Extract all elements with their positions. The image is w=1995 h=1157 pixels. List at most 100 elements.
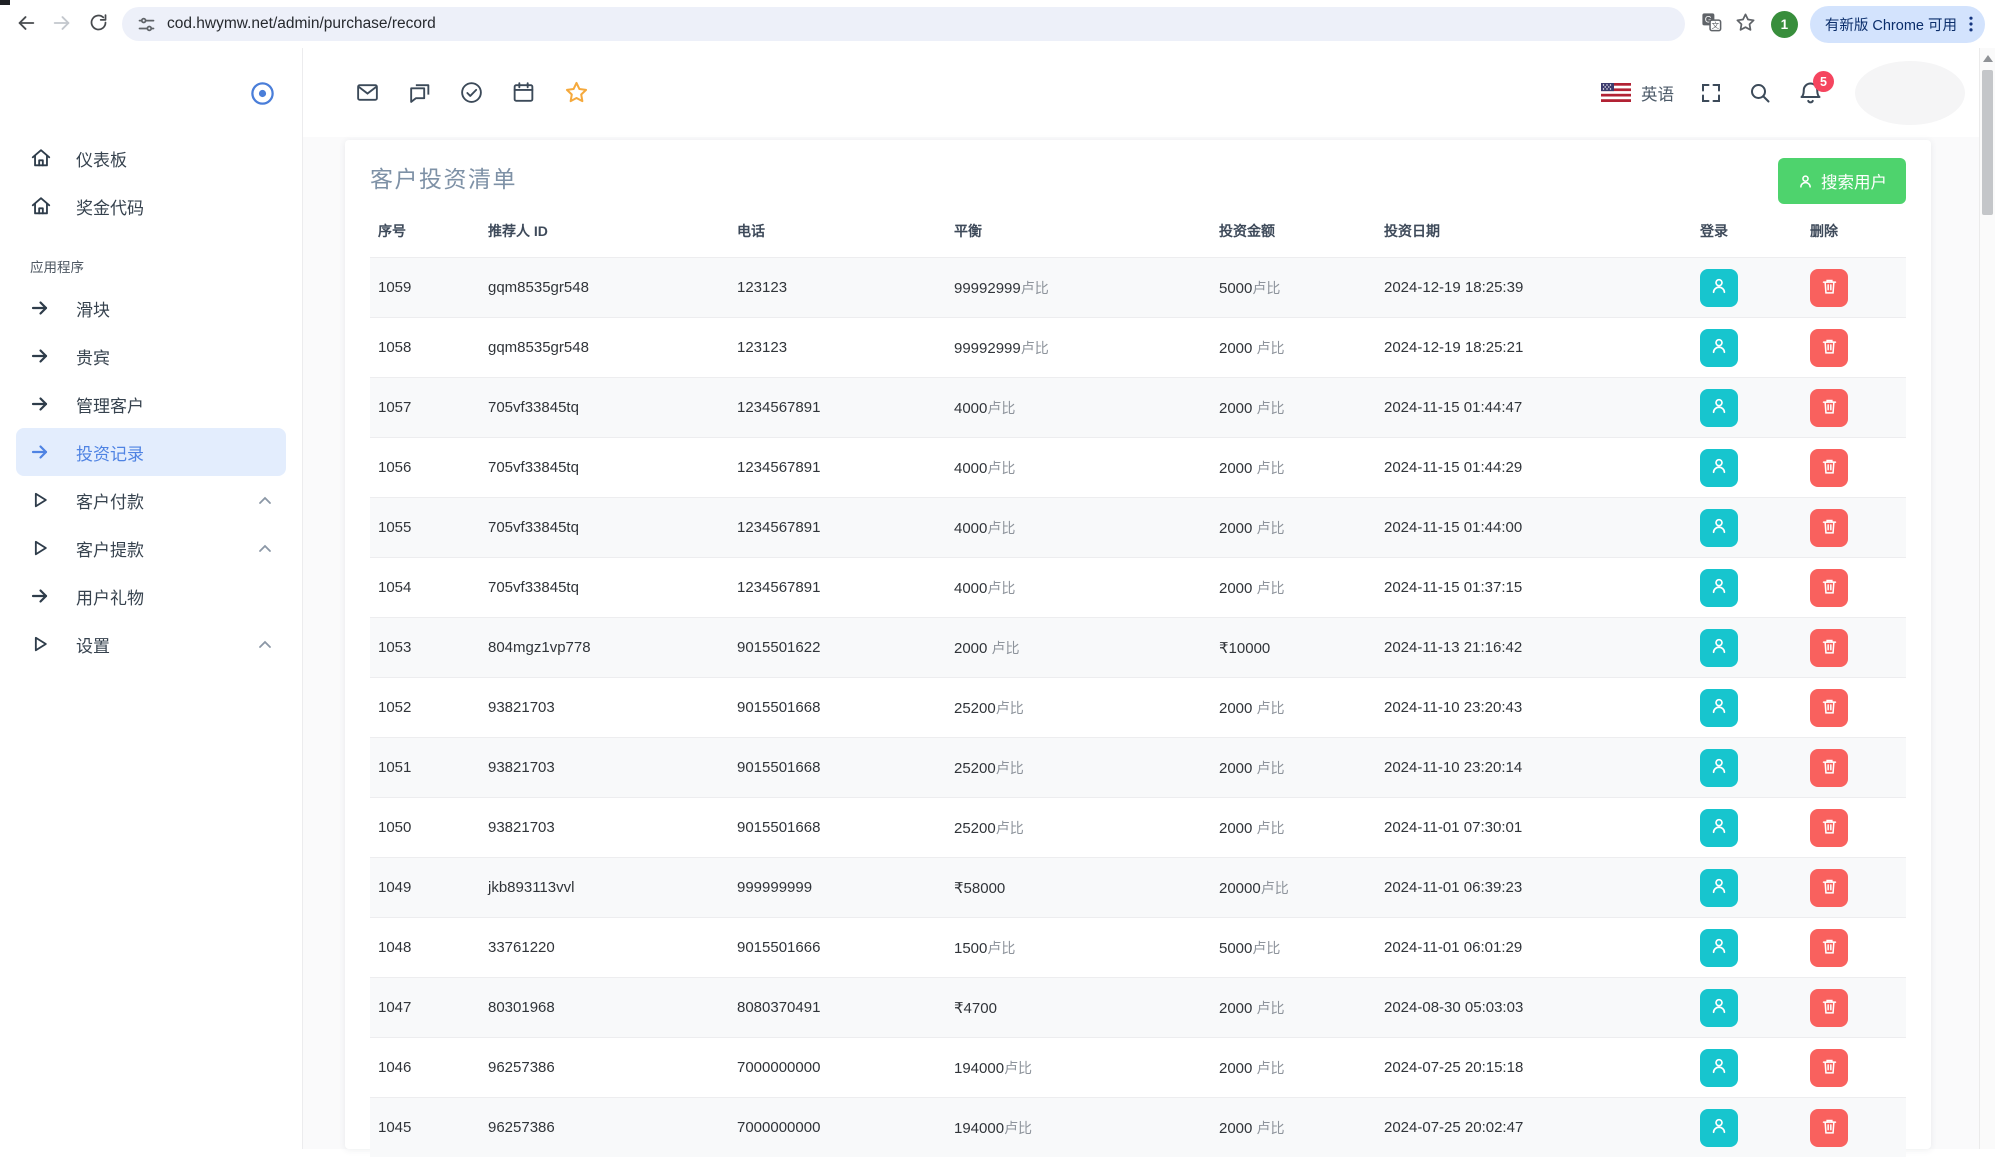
login-button[interactable] — [1700, 869, 1738, 907]
svg-text:文: 文 — [1712, 20, 1720, 30]
delete-button[interactable] — [1810, 269, 1848, 307]
cell-referrer-id: jkb893113vvl — [480, 879, 729, 896]
cell-referrer-id: 96257386 — [480, 1059, 729, 1076]
browser-forward-button[interactable] — [44, 6, 80, 42]
cell-phone: 123123 — [729, 279, 946, 296]
cell-balance: 4000卢比 — [946, 578, 1211, 598]
login-button[interactable] — [1700, 389, 1738, 427]
delete-button[interactable] — [1810, 329, 1848, 367]
delete-button[interactable] — [1810, 689, 1848, 727]
language-switcher[interactable]: 英语 — [1601, 81, 1674, 105]
check-circle-icon[interactable] — [459, 80, 484, 105]
sidebar-item-settings[interactable]: 设置 — [16, 620, 286, 668]
column-header: 电话 — [729, 221, 946, 241]
delete-button[interactable] — [1810, 629, 1848, 667]
login-button[interactable] — [1700, 809, 1738, 847]
browser-back-button[interactable] — [8, 6, 44, 42]
sidebar-item-customer-withdrawals[interactable]: 客户提款 — [16, 524, 286, 572]
delete-button[interactable] — [1810, 929, 1848, 967]
login-button[interactable] — [1700, 689, 1738, 727]
currency-unit: 卢比 — [1252, 940, 1280, 956]
delete-button[interactable] — [1810, 749, 1848, 787]
trash-icon — [1820, 757, 1839, 779]
person-icon — [1797, 173, 1814, 190]
chrome-update-label: 有新版 Chrome 可用 — [1825, 14, 1957, 35]
cell-balance: 25200卢比 — [946, 818, 1211, 838]
delete-button[interactable] — [1810, 809, 1848, 847]
cell-serial: 1058 — [370, 339, 480, 356]
delete-button[interactable] — [1810, 569, 1848, 607]
star-icon[interactable] — [563, 79, 590, 106]
site-settings-icon[interactable] — [136, 14, 157, 35]
cell-investment-amount: 2000 卢比 — [1211, 758, 1376, 778]
address-bar[interactable]: cod.hwymw.net/admin/purchase/record — [122, 7, 1685, 41]
sidebar-item-user-gifts[interactable]: 用户礼物 — [16, 572, 286, 620]
scrollbar-thumb[interactable] — [1982, 70, 1993, 215]
sidebar-header — [0, 48, 302, 120]
cell-referrer-id: 96257386 — [480, 1119, 729, 1136]
cell-phone: 9015501668 — [729, 819, 946, 836]
search-user-label: 搜索用户 — [1821, 169, 1887, 193]
sidebar-item-slider[interactable]: 滑块 — [16, 284, 286, 332]
delete-button[interactable] — [1810, 1109, 1848, 1147]
scrollbar-up-arrow[interactable] — [1983, 55, 1993, 62]
currency-unit: 卢比 — [1257, 1060, 1285, 1076]
login-button[interactable] — [1700, 629, 1738, 667]
chrome-update-chip[interactable]: 有新版 Chrome 可用 — [1810, 6, 1985, 43]
login-button[interactable] — [1700, 1049, 1738, 1087]
sidebar-item-bonus-code[interactable]: 奖金代码 — [16, 182, 286, 230]
forward-icon — [51, 12, 73, 37]
investment-list-card: 客户投资清单 搜索用户 序号推荐人 ID电话平衡投资金额投资日期登录删除 105… — [345, 140, 1931, 1149]
delete-button[interactable] — [1810, 869, 1848, 907]
notification-badge: 5 — [1813, 71, 1834, 92]
login-button[interactable] — [1700, 329, 1738, 367]
login-button[interactable] — [1700, 929, 1738, 967]
bookmark-button[interactable] — [1729, 7, 1763, 41]
mail-icon[interactable] — [355, 80, 380, 105]
delete-button[interactable] — [1810, 1049, 1848, 1087]
currency-unit: 卢比 — [1004, 1120, 1032, 1136]
delete-button[interactable] — [1810, 389, 1848, 427]
currency-unit: 卢比 — [996, 760, 1024, 776]
chat-icon[interactable] — [407, 80, 432, 105]
delete-button[interactable] — [1810, 989, 1848, 1027]
login-button[interactable] — [1700, 509, 1738, 547]
sidebar-item-label: 贵宾 — [76, 344, 110, 369]
sidebar-item-manage-customers[interactable]: 管理客户 — [16, 380, 286, 428]
notifications-button[interactable]: 5 — [1797, 79, 1824, 106]
login-button[interactable] — [1700, 1109, 1738, 1147]
delete-button[interactable] — [1810, 449, 1848, 487]
browser-reload-button[interactable] — [80, 6, 116, 42]
cell-investment-date: 2024-08-30 05:03:03 — [1376, 999, 1682, 1016]
sidebar-item-investment-records[interactable]: 投资记录 — [16, 428, 286, 476]
page-scrollbar[interactable] — [1979, 48, 1995, 1149]
cell-investment-amount: 2000 卢比 — [1211, 338, 1376, 358]
arrow-right-icon — [30, 394, 52, 414]
arrow-right-icon — [30, 586, 52, 606]
profile-avatar[interactable]: 1 — [1771, 11, 1798, 38]
sidebar-item-dashboard[interactable]: 仪表板 — [16, 134, 286, 182]
user-avatar[interactable] — [1855, 61, 1965, 125]
login-button[interactable] — [1700, 749, 1738, 787]
login-button[interactable] — [1700, 449, 1738, 487]
login-button[interactable] — [1700, 269, 1738, 307]
search-user-button[interactable]: 搜索用户 — [1778, 158, 1906, 204]
fullscreen-icon[interactable] — [1699, 81, 1723, 105]
home-icon — [30, 195, 52, 217]
triangle-right-icon — [30, 634, 52, 654]
translate-button[interactable]: G文 — [1695, 7, 1729, 41]
kebab-menu-icon[interactable] — [1961, 14, 1981, 34]
sidebar-item-vip[interactable]: 贵宾 — [16, 332, 286, 380]
column-header: 删除 — [1792, 221, 1906, 241]
person-icon — [1709, 816, 1729, 839]
search-icon[interactable] — [1748, 81, 1772, 105]
cell-serial: 1059 — [370, 279, 480, 296]
cell-referrer-id: 705vf33845tq — [480, 399, 729, 416]
cell-phone: 123123 — [729, 339, 946, 356]
sidebar-item-customer-payments[interactable]: 客户付款 — [16, 476, 286, 524]
calendar-icon[interactable] — [511, 80, 536, 105]
login-button[interactable] — [1700, 989, 1738, 1027]
login-button[interactable] — [1700, 569, 1738, 607]
delete-button[interactable] — [1810, 509, 1848, 547]
sidebar-collapse-button[interactable] — [249, 80, 276, 110]
